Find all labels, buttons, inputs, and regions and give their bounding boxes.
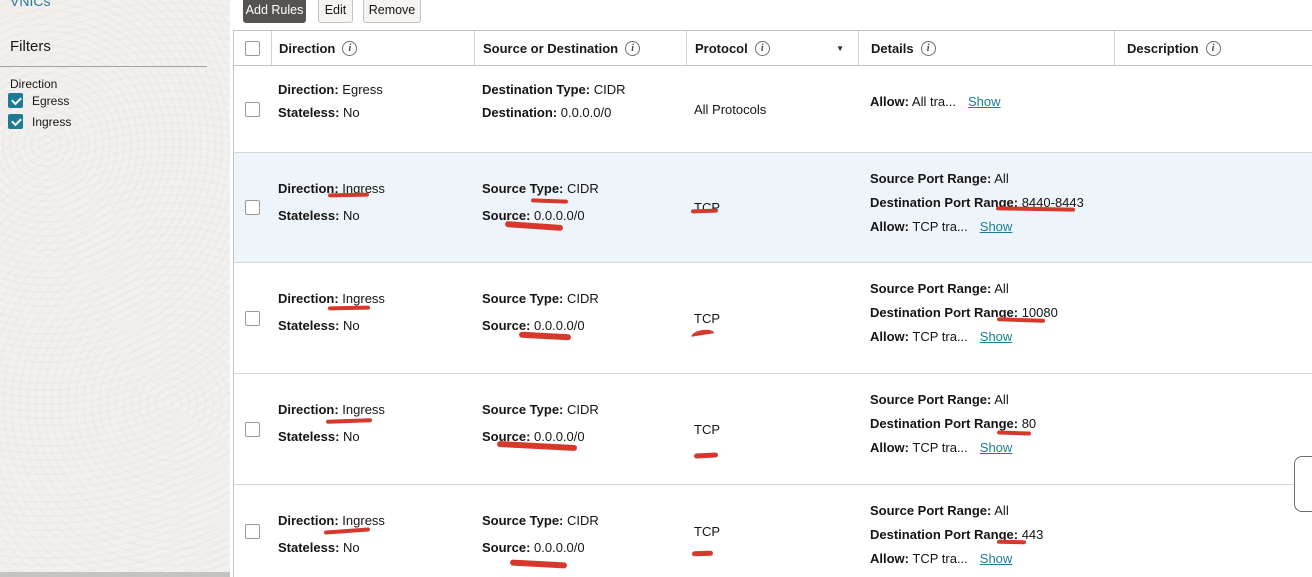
show-link[interactable]: Show (980, 440, 1013, 455)
source-destination-cell: Source Type: CIDR Source: 0.0.0.0/0 (474, 153, 686, 262)
header-description: Description i (1114, 31, 1312, 65)
ingress-checkbox[interactable] (8, 114, 23, 129)
details-cell: Source Port Range: All Destination Port … (858, 485, 1114, 577)
sidebar: VNICs Filters Direction Egress Ingress (0, 0, 230, 577)
egress-label: Egress (32, 94, 69, 108)
direction-cell: Direction: Ingress Stateless: No (271, 485, 474, 577)
filters-divider (0, 66, 207, 67)
description-cell (1114, 153, 1312, 262)
description-cell (1114, 66, 1312, 152)
details-cell: Allow: All tra...Show (858, 66, 1114, 152)
show-link[interactable]: Show (980, 219, 1013, 234)
dropdown-caret-icon[interactable]: ▼ (836, 44, 844, 53)
header-source-or-destination: Source or Destination i (474, 31, 686, 65)
row-checkbox[interactable] (245, 524, 260, 539)
filter-option-ingress[interactable]: Ingress (8, 114, 71, 129)
row-checkbox[interactable] (245, 102, 260, 117)
ingress-label: Ingress (32, 115, 71, 129)
details-cell: Source Port Range: All Destination Port … (858, 263, 1114, 373)
header-details: Details i (858, 31, 1114, 65)
table-row: Direction: Egress Stateless: No Destinat… (234, 66, 1312, 153)
source-destination-cell: Destination Type: CIDR Destination: 0.0.… (474, 66, 686, 152)
remove-button[interactable]: Remove (363, 0, 421, 23)
row-checkbox[interactable] (245, 422, 260, 437)
info-icon[interactable]: i (1206, 41, 1221, 56)
description-cell (1114, 374, 1312, 484)
row-checkbox[interactable] (245, 200, 260, 215)
direction-cell: Direction: Ingress Stateless: No (271, 153, 474, 262)
description-cell (1114, 263, 1312, 373)
sidebar-bottom-strip (0, 572, 230, 577)
row-checkbox[interactable] (245, 311, 260, 326)
show-link[interactable]: Show (980, 329, 1013, 344)
direction-cell: Direction: Ingress Stateless: No (271, 263, 474, 373)
security-rules-page: VNICs Filters Direction Egress Ingress A… (0, 0, 1312, 577)
protocol-cell: TCP (686, 374, 858, 484)
info-icon[interactable]: i (342, 41, 357, 56)
red-underline-annotation (997, 540, 1026, 545)
source-destination-cell: Source Type: CIDR Source: 0.0.0.0/0 (474, 374, 686, 484)
header-direction: Direction i (271, 31, 474, 65)
edit-button[interactable]: Edit (318, 0, 353, 23)
table-header-row: Direction i Source or Destination i Prot… (234, 31, 1312, 66)
sidebar-item-vnics[interactable]: VNICs (10, 0, 50, 9)
show-link[interactable]: Show (968, 94, 1001, 109)
red-underline-annotation (692, 551, 713, 557)
add-rules-button[interactable]: Add Rules (243, 0, 306, 23)
egress-checkbox[interactable] (8, 93, 23, 108)
show-link[interactable]: Show (980, 551, 1013, 566)
red-underline-annotation (328, 193, 369, 198)
source-destination-cell: Source Type: CIDR Source: 0.0.0.0/0 (474, 485, 686, 577)
direction-cell: Direction: Ingress Stateless: No (271, 374, 474, 484)
direction-cell: Direction: Egress Stateless: No (271, 66, 474, 152)
info-icon[interactable]: i (921, 41, 936, 56)
info-icon[interactable]: i (625, 41, 640, 56)
feedback-widget[interactable] (1294, 456, 1312, 512)
table-row: Direction: Ingress Stateless: No Source … (234, 485, 1312, 577)
protocol-cell: TCP (686, 153, 858, 262)
security-rules-table: Direction i Source or Destination i Prot… (233, 30, 1312, 577)
red-underline-annotation (328, 306, 370, 311)
protocol-cell: TCP (686, 263, 858, 373)
direction-filter-label: Direction (10, 77, 57, 91)
table-row: Direction: Ingress Stateless: No Source … (234, 374, 1312, 485)
protocol-cell: TCP (686, 485, 858, 577)
source-destination-cell: Source Type: CIDR Source: 0.0.0.0/0 (474, 263, 686, 373)
description-cell (1114, 485, 1312, 577)
header-protocol: Protocol i ▼ (686, 31, 858, 65)
filters-title: Filters (10, 38, 51, 55)
table-row: Direction: Ingress Stateless: No Source … (234, 153, 1312, 263)
select-all-checkbox[interactable] (245, 41, 260, 56)
info-icon[interactable]: i (755, 41, 770, 56)
details-cell: Source Port Range: All Destination Port … (858, 153, 1114, 262)
filter-option-egress[interactable]: Egress (8, 93, 69, 108)
details-cell: Source Port Range: All Destination Port … (858, 374, 1114, 484)
table-row: Direction: Ingress Stateless: No Source … (234, 263, 1312, 374)
protocol-cell: All Protocols (686, 66, 858, 152)
header-checkbox-cell (234, 31, 271, 65)
